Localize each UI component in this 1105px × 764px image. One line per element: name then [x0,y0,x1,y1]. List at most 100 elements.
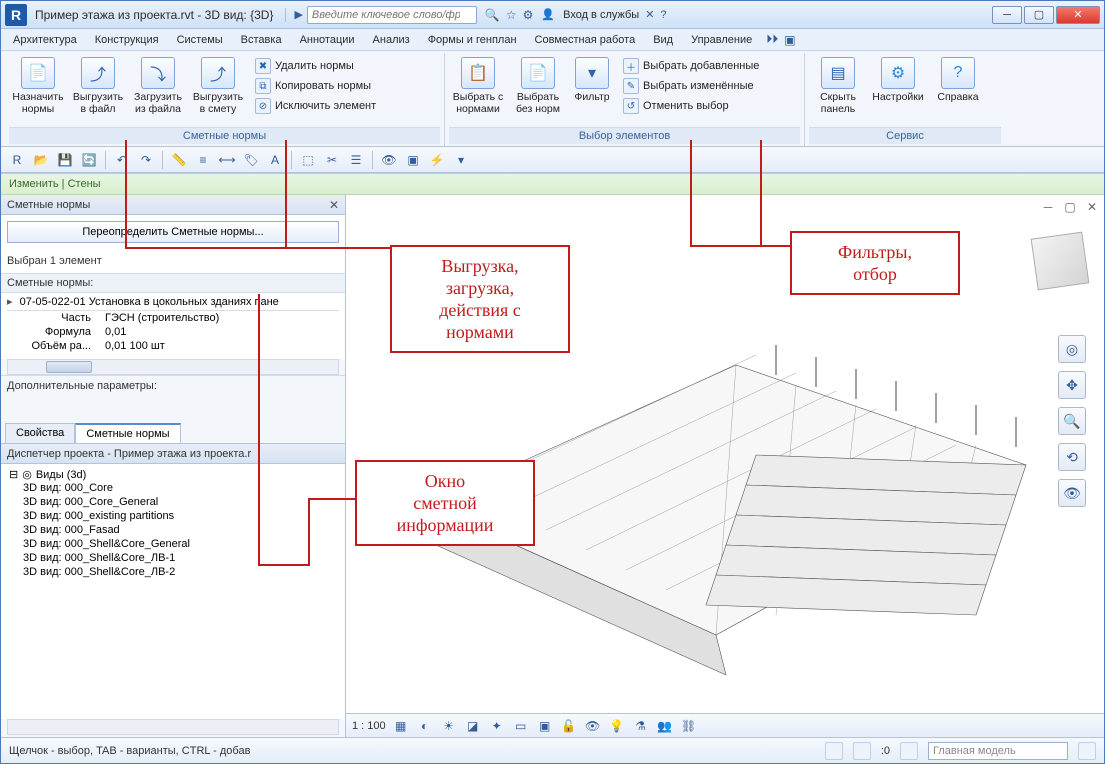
tab-systems[interactable]: Системы [169,32,231,48]
app-icon[interactable]: R [5,4,27,26]
tab-view[interactable]: Вид [645,32,681,48]
reveal-hidden-icon[interactable]: 💡 [608,717,626,735]
tab-analyze[interactable]: Анализ [365,32,418,48]
temporary-hide-icon[interactable]: 👁 [584,717,602,735]
close-button[interactable]: ✕ [1056,6,1100,24]
thin-lines-icon[interactable]: ☰ [346,150,366,170]
close-hidden-icon[interactable]: 👁 [379,150,399,170]
scrollbar-thumb[interactable] [46,361,92,373]
extra-icon[interactable]: ▾ [451,150,471,170]
unlock-3d-icon[interactable]: 🔓 [560,717,578,735]
keyword-search-input[interactable] [307,6,477,24]
sun-path-icon[interactable]: ☀ [440,717,458,735]
help-button[interactable]: ? Справка [929,55,987,105]
tab-overflow-icon[interactable]: ⏵⏵ [766,32,778,47]
binoculars-icon[interactable]: 🔍 [485,8,500,22]
orbit-icon[interactable]: ⟲ [1058,443,1086,471]
zoom-icon[interactable]: 🔍 [1058,407,1086,435]
tab-insert[interactable]: Вставка [233,32,290,48]
cancel-selection-button[interactable]: ↺ Отменить выбор [621,97,761,115]
filter-icon[interactable] [900,742,918,760]
tab-massing[interactable]: Формы и генплан [420,32,525,48]
star-icon[interactable]: ☆ [506,8,517,22]
expand-icon[interactable]: ⊟ [9,468,18,481]
shadows-icon[interactable]: ◪ [464,717,482,735]
crop-region-icon[interactable]: ▣ [536,717,554,735]
analytical-icon[interactable]: ⚗ [632,717,650,735]
tree-node[interactable]: 3D вид: 000_Fasad [7,523,339,537]
help-icon[interactable]: ? [660,9,666,21]
select-without-norms-button[interactable]: 📄 Выбрать без норм [509,55,567,117]
editable-only-toggle[interactable] [1078,742,1096,760]
crop-view-icon[interactable]: ▭ [512,717,530,735]
select-underlay-toggle[interactable] [853,742,871,760]
ribbon-expand-icon[interactable]: ▣ [784,33,795,47]
measure-icon[interactable]: 📏 [169,150,189,170]
exchange-icon[interactable]: ✕ [645,8,654,21]
steering-wheel-icon[interactable]: ◎ [1058,335,1086,363]
tree-node[interactable]: 3D вид: 000_Shell&Core_ЛВ-2 [7,565,339,579]
detail-level-icon[interactable]: ▦ [392,717,410,735]
delete-norms-button[interactable]: ✖ Удалить нормы [253,57,378,75]
settings-button[interactable]: ⚙ Настройки [869,55,927,105]
tree-node[interactable]: 3D вид: 000_Core_General [7,495,339,509]
user-icon[interactable]: 👤 [541,8,555,21]
tab-structure[interactable]: Конструкция [87,32,167,48]
manage-icon[interactable]: ⚡ [427,150,447,170]
signin-label[interactable]: Вход в службы [563,9,639,21]
tab-architecture[interactable]: Архитектура [5,32,85,48]
copy-norms-button[interactable]: ⧉ Копировать нормы [253,77,378,95]
horizontal-scrollbar[interactable] [7,719,339,735]
export-to-estimate-button[interactable]: ⤴ Выгрузить в смету [189,55,247,117]
tab-annotate[interactable]: Аннотации [292,32,363,48]
tab-manage[interactable]: Управление [683,32,760,48]
revit-menu-icon[interactable]: R [7,150,27,170]
pan-icon[interactable]: ✥ [1058,371,1086,399]
redo-icon[interactable]: ↷ [136,150,156,170]
tree-node[interactable]: 3D вид: 000_Core [7,481,339,495]
vp-close-icon[interactable]: ✕ [1084,199,1100,215]
select-modified-button[interactable]: ✎ Выбрать изменённые [621,77,761,95]
select-with-norms-button[interactable]: 📋 Выбрать с нормами [449,55,507,117]
export-to-file-button[interactable]: ⤴ Выгрузить в файл [69,55,127,117]
3d-view-icon[interactable]: ⬚ [298,150,318,170]
panel-close-icon[interactable]: ✕ [329,198,339,212]
filter-button[interactable]: ▾ Фильтр [569,55,615,105]
tab-collaborate[interactable]: Совместная работа [527,32,644,48]
tree-node[interactable]: 3D вид: 000_existing partitions [7,509,339,523]
vp-maximize-icon[interactable]: ▢ [1062,199,1078,215]
rendering-icon[interactable]: ✦ [488,717,506,735]
assign-norms-button[interactable]: 📄 Назначить нормы [9,55,67,117]
tab-norms[interactable]: Сметные нормы [75,423,180,443]
reveal-constraints-icon[interactable]: ⛓ [680,717,698,735]
tag-icon[interactable]: 🏷 [241,150,261,170]
model-filter-input[interactable] [928,742,1068,760]
minimize-button[interactable]: ─ [992,6,1022,24]
hide-panel-button[interactable]: ▤ Скрыть панель [809,55,867,117]
dimension-icon[interactable]: ⟷ [217,150,237,170]
import-from-file-button[interactable]: ⤵ Загрузить из файла [129,55,187,117]
horizontal-scrollbar[interactable] [7,359,339,375]
align-icon[interactable]: ≡ [193,150,213,170]
scale-label[interactable]: 1 : 100 [352,720,386,732]
section-icon[interactable]: ✂ [322,150,342,170]
exclude-element-button[interactable]: ⊘ Исключить элемент [253,97,378,115]
save-icon[interactable]: 💾 [55,150,75,170]
select-links-toggle[interactable] [825,742,843,760]
redefine-norms-button[interactable]: Переопределить Сметные нормы... [7,221,339,243]
switch-windows-icon[interactable]: ▣ [403,150,423,170]
sync-icon[interactable]: 🔄 [79,150,99,170]
select-added-button[interactable]: ＋ Выбрать добавленные [621,57,761,75]
tree-node[interactable]: 3D вид: 000_Shell&Core_General [7,537,339,551]
tab-properties[interactable]: Свойства [5,423,75,443]
lookaround-icon[interactable]: 👁 [1058,479,1086,507]
tree-root[interactable]: ⊟ ◎ Виды (3d) [7,468,339,481]
text-icon[interactable]: A [265,150,285,170]
visual-style-icon[interactable]: ◐ [416,717,434,735]
undo-icon[interactable]: ↶ [112,150,132,170]
globe-icon[interactable]: ⚙ [523,8,534,22]
tree-node[interactable]: 3D вид: 000_Shell&Core_ЛВ-1 [7,551,339,565]
norm-code-row[interactable]: ▸ 07-05-022-01 Установка в цокольных зда… [7,293,339,311]
worksharing-icon[interactable]: 👥 [656,717,674,735]
open-icon[interactable]: 📂 [31,150,51,170]
